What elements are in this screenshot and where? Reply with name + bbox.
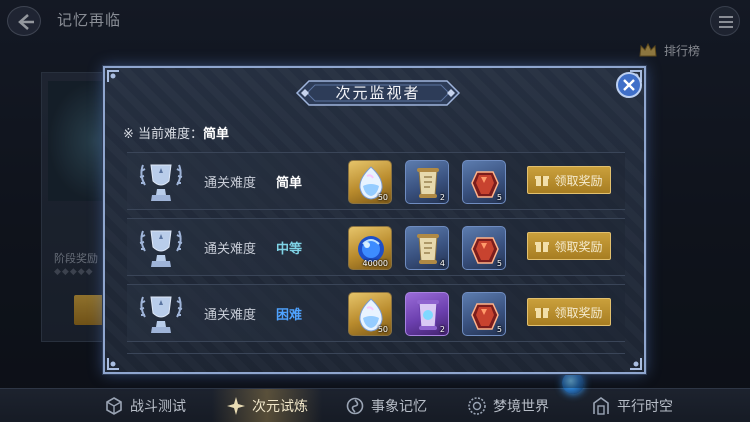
reward-item-slot[interactable]: 50	[348, 292, 392, 336]
reward-row-medium: 通关难度 中等 40000 4 5 领取奖励	[127, 218, 625, 276]
reward-qty: 2	[439, 193, 445, 202]
row-label: 通关难度	[204, 242, 257, 257]
reward-item-slot[interactable]: 40000	[348, 226, 392, 270]
gift-icon	[535, 308, 550, 318]
reward-dialog: 次元监视者 ※ 当前难度：简单 通关难度 简单 50 2 5 领取奖励 通关难度…	[103, 66, 646, 374]
dialog-title-banner: 次元监视者	[295, 79, 461, 107]
swirl-icon	[346, 397, 364, 415]
row-label: 通关难度	[204, 176, 257, 191]
row-difficulty: 困难	[276, 308, 303, 323]
nav-item-event-memory[interactable]: 事象记忆	[345, 389, 427, 422]
nav-label: 事象记忆	[371, 399, 427, 415]
reward-item-slot[interactable]: 5	[462, 226, 506, 270]
reward-qty: 50	[377, 325, 388, 334]
nav-label: 平行时空	[617, 399, 673, 415]
trophy-icon	[139, 296, 183, 333]
reward-qty: 40000	[362, 259, 388, 268]
cube-icon	[106, 397, 122, 415]
dialog-title: 次元监视者	[335, 84, 421, 102]
row-difficulty: 简单	[276, 176, 303, 191]
claim-reward-button[interactable]: 领取奖励	[527, 298, 611, 326]
reward-item-slot[interactable]: 2	[405, 160, 449, 204]
nav-item-parallel-space[interactable]: 平行时空	[591, 389, 673, 422]
bottom-nav: 战斗测试 次元试炼 事象记忆 梦境世界 平行时空	[0, 388, 750, 422]
reward-qty: 5	[496, 325, 502, 334]
reward-item-slot[interactable]: 4	[405, 226, 449, 270]
row-difficulty: 中等	[276, 242, 303, 257]
nav-label: 战斗测试	[130, 399, 186, 415]
portal-gate-icon	[593, 397, 609, 415]
current-difficulty: ※ 当前难度：简单	[123, 123, 229, 142]
reward-qty: 4	[439, 259, 445, 268]
close-button[interactable]	[616, 72, 642, 98]
nav-item-dimension-trial[interactable]: 次元试炼	[212, 389, 322, 422]
reward-row-easy: 通关难度 简单 50 2 5 领取奖励	[127, 152, 625, 210]
trophy-icon	[139, 230, 183, 267]
reward-item-slot[interactable]: 5	[462, 160, 506, 204]
reward-qty: 5	[496, 193, 502, 202]
reward-qty: 50	[377, 193, 388, 202]
reward-item-slot[interactable]: 50	[348, 160, 392, 204]
reward-item-slot[interactable]: 5	[462, 292, 506, 336]
seal-icon	[468, 397, 486, 415]
gift-icon	[535, 242, 550, 252]
nav-label: 次元试炼	[252, 399, 308, 415]
trophy-icon	[139, 164, 183, 201]
claim-reward-label: 领取奖励	[554, 239, 603, 254]
close-icon	[623, 79, 635, 91]
star-compass-icon	[227, 397, 245, 415]
corner-ornament-icon	[107, 358, 119, 370]
claim-reward-button[interactable]: 领取奖励	[527, 166, 611, 194]
reward-item-slot[interactable]: 2	[405, 292, 449, 336]
reward-qty: 5	[496, 259, 502, 268]
reward-row-hard: 通关难度 困难 50 2 5 领取奖励	[127, 284, 625, 342]
nav-item-battle-test[interactable]: 战斗测试	[104, 389, 186, 422]
nav-label: 梦境世界	[493, 399, 549, 415]
reward-qty: 2	[439, 325, 445, 334]
nav-item-dream-world[interactable]: 梦境世界	[467, 389, 549, 422]
row-label: 通关难度	[204, 308, 257, 323]
claim-reward-label: 领取奖励	[554, 173, 603, 188]
corner-ornament-icon	[107, 70, 119, 82]
current-difficulty-value: 简单	[203, 127, 230, 142]
claim-reward-label: 领取奖励	[554, 305, 603, 320]
claim-reward-button[interactable]: 领取奖励	[527, 232, 611, 260]
gift-icon	[535, 176, 550, 186]
reward-row-partial	[127, 353, 625, 372]
current-difficulty-label: ※ 当前难度：	[123, 127, 204, 142]
